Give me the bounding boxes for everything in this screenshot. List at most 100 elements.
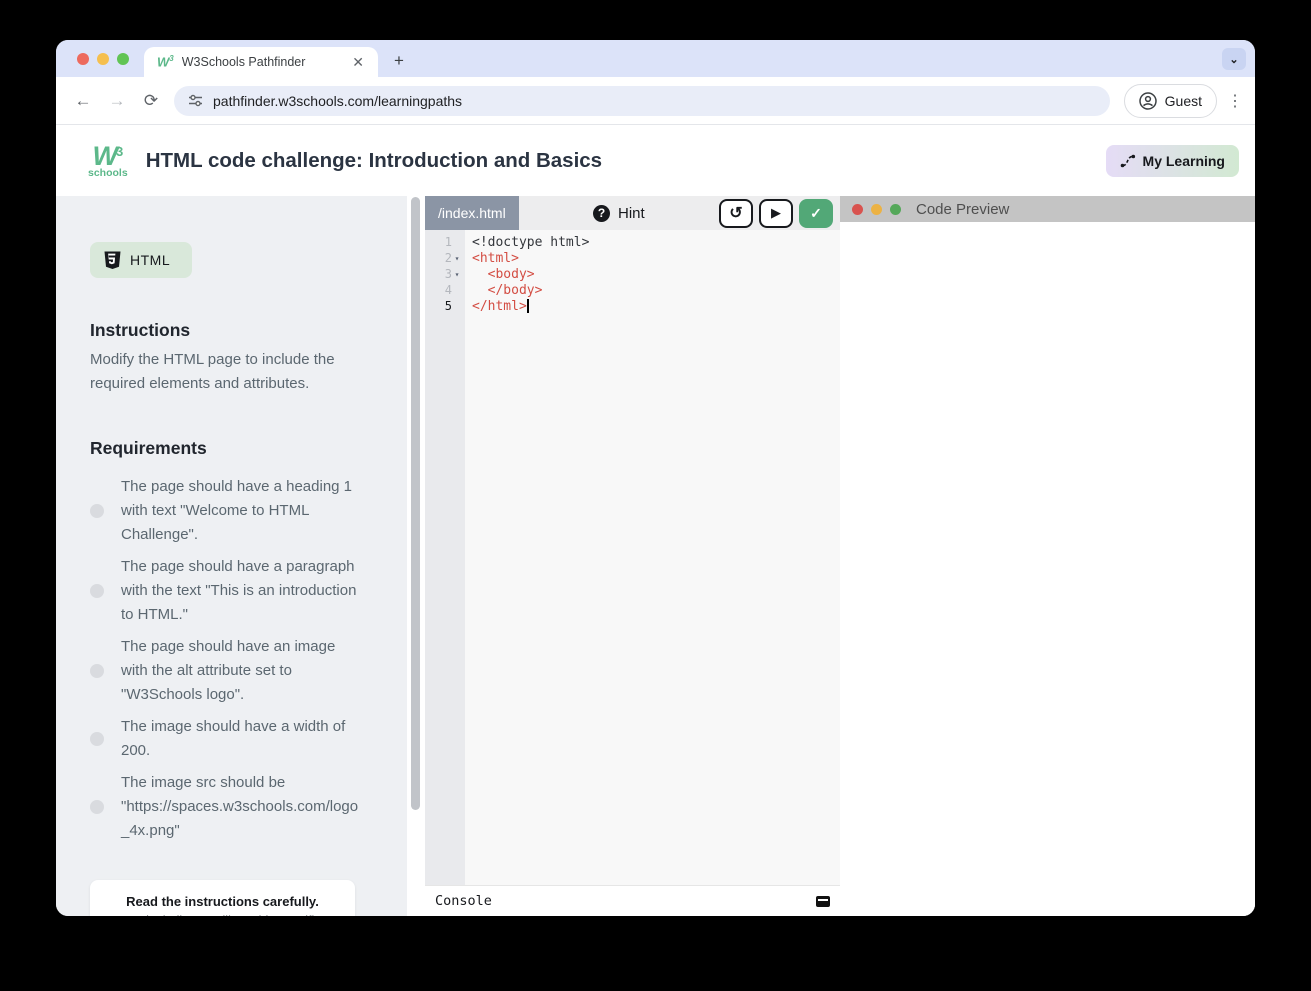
console-panel-icon[interactable] [816,896,830,907]
code-token: <body> [472,267,535,282]
editor-actions: ↺ ▶ ✓ [719,199,840,228]
code-token: <!doctype html> [472,235,589,250]
editor-gutter: 1▾2▾3▾4▾5▾ [425,230,465,885]
fold-caret-icon[interactable]: ▾ [452,254,462,263]
code-preview-panel: Code Preview [840,196,1255,916]
address-bar[interactable]: pathfinder.w3schools.com/learningpaths [174,86,1110,116]
tab-close-icon[interactable]: ✕ [348,54,368,71]
code-token: </body> [472,283,542,298]
requirement-item: The page should have an image with the a… [90,635,407,707]
submit-check-button[interactable]: ✓ [799,199,833,228]
forward-icon[interactable]: → [100,84,134,118]
preview-red-dot-icon [852,204,863,215]
guest-label: Guest [1165,93,1202,109]
requirement-text: The page should have an image with the a… [121,635,359,707]
requirement-item: The image should have a width of 200. [90,715,407,763]
w3schools-favicon-icon: W3 [157,54,174,69]
question-icon: ? [593,205,610,222]
guest-profile-button[interactable]: Guest [1124,84,1217,118]
page-title: HTML code challenge: Introduction and Ba… [146,149,1106,173]
url-text: pathfinder.w3schools.com/learningpaths [213,93,462,109]
console-bar[interactable]: Console [425,885,840,916]
requirement-item: The page should have a paragraph with th… [90,555,407,627]
requirement-status-dot [90,504,104,518]
browser-window: W3 W3Schools Pathfinder ✕ + ⌄ ← → ⟳ path… [56,40,1255,916]
reload-icon[interactable]: ⟳ [134,84,168,118]
code-token: <html> [472,251,519,266]
language-badge: HTML [90,242,192,278]
learning-path-icon [1120,154,1136,168]
requirement-item: The page should have a heading 1 with te… [90,475,407,547]
code-line[interactable]: <!doctype html> [465,234,840,250]
requirements-list: The page should have a heading 1 with te… [90,475,407,843]
gutter-line: 4▾ [425,282,465,298]
requirement-text: The image should have a width of 200. [121,715,359,763]
line-number: 3 [445,267,452,281]
code-token: </html> [472,299,527,314]
sidebar-scrollbar [407,196,425,916]
requirement-status-dot [90,732,104,746]
check-icon: ✓ [810,205,822,222]
requirement-item: The image src should be "https://spaces.… [90,771,407,843]
editor-code[interactable]: <!doctype html><html> <body> </body></ht… [465,230,840,885]
site-settings-icon[interactable] [188,93,203,108]
line-number: 4 [445,283,452,297]
code-area[interactable]: 1▾2▾3▾4▾5▾ <!doctype html><html> <body> … [425,230,840,885]
instructions-text: Modify the HTML page to include the requ… [90,348,340,396]
language-badge-label: HTML [130,252,170,268]
minimize-window-button[interactable] [97,53,109,65]
browser-toolbar: ← → ⟳ pathfinder.w3schools.com/learningp… [56,77,1255,125]
hint-label: Hint [618,205,645,222]
gutter-line: 1▾ [425,234,465,250]
preview-header: Code Preview [840,196,1255,222]
reset-icon: ↺ [729,203,742,223]
preview-title: Code Preview [916,201,1009,218]
close-window-button[interactable] [77,53,89,65]
content: HTML Instructions Modify the HTML page t… [56,196,1255,916]
tip-text: Each challenge will provide specific [100,914,345,916]
tab-search-chevron-icon[interactable]: ⌄ [1222,48,1246,70]
w3schools-logo[interactable]: W3 schools [88,143,128,179]
fold-caret-icon[interactable]: ▾ [452,270,462,279]
requirement-text: The image src should be "https://spaces.… [121,771,359,843]
run-code-button[interactable]: ▶ [759,199,793,228]
code-line[interactable]: <html> [465,250,840,266]
tip-card: Read the instructions carefully. Each ch… [90,880,355,916]
browser-tab[interactable]: W3 W3Schools Pathfinder ✕ [144,47,378,77]
preview-green-dot-icon [890,204,901,215]
requirement-status-dot [90,664,104,678]
code-line[interactable]: <body> [465,266,840,282]
preview-body [840,222,1255,916]
line-number: 5 [445,299,452,313]
browser-tabstrip: W3 W3Schools Pathfinder ✕ + ⌄ [56,40,1255,77]
preview-yellow-dot-icon [871,204,882,215]
editor-header: /index.html ? Hint ↺ ▶ ✓ [425,196,840,230]
challenge-sidebar: HTML Instructions Modify the HTML page t… [56,196,407,916]
code-editor-panel: /index.html ? Hint ↺ ▶ ✓ 1▾2▾3▾4▾5▾ <!do… [425,196,840,916]
requirement-status-dot [90,800,104,814]
page-header: W3 schools HTML code challenge: Introduc… [56,125,1255,196]
hint-button[interactable]: ? Hint [519,205,719,222]
line-number: 1 [445,235,452,249]
reset-code-button[interactable]: ↺ [719,199,753,228]
instructions-heading: Instructions [90,320,407,341]
window-controls [77,53,129,65]
new-tab-button[interactable]: + [394,51,404,77]
my-learning-label: My Learning [1143,153,1225,169]
maximize-window-button[interactable] [117,53,129,65]
text-cursor [527,299,529,313]
code-line[interactable]: </body> [465,282,840,298]
gutter-line: 5▾ [425,298,465,314]
play-icon: ▶ [771,205,781,221]
code-line[interactable]: </html> [465,298,840,314]
requirement-text: The page should have a heading 1 with te… [121,475,359,547]
file-tab-index-html[interactable]: /index.html [425,196,519,230]
tip-title: Read the instructions carefully. [100,894,345,909]
my-learning-button[interactable]: My Learning [1106,145,1239,177]
requirements-heading: Requirements [90,438,407,459]
back-icon[interactable]: ← [66,84,100,118]
gutter-line: 3▾ [425,266,465,282]
sidebar-scrollbar-thumb[interactable] [411,197,420,810]
person-icon [1139,92,1157,110]
browser-menu-icon[interactable]: ⋮ [1227,91,1243,111]
